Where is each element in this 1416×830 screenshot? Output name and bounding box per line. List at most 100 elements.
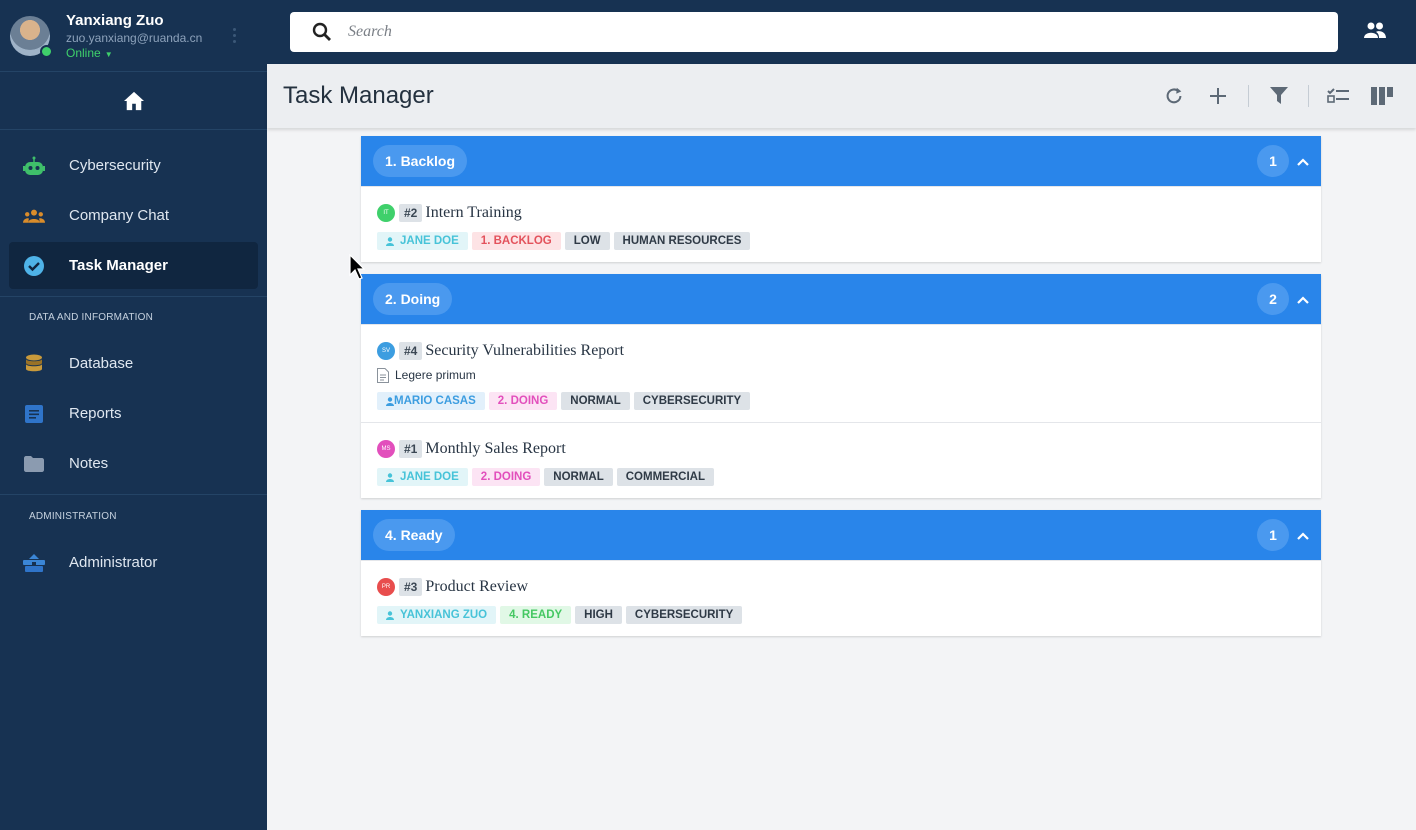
task-avatar: PR [377,578,395,596]
home-button[interactable] [0,72,267,130]
tag-assignee[interactable]: JANE DOE [377,468,468,486]
person-icon [386,472,394,482]
task-card[interactable]: PR #3 Product Review YANXIANG ZUO 4. READY HI… [361,560,1321,636]
refresh-button[interactable] [1162,84,1186,108]
task-id: #1 [399,440,423,458]
tag-status[interactable]: 4. READY [500,606,572,624]
search-input[interactable] [348,23,1248,41]
tag-assignee[interactable]: JANE DOE [377,232,468,250]
group-count-badge: 1 [1257,145,1289,177]
task-avatar: IT [377,204,395,222]
task-id: #2 [399,204,423,222]
task-card[interactable]: SV #4 Security Vulnerabilities Report Leger… [361,324,1321,422]
chevron-up-icon [1297,532,1309,540]
tag-label[interactable]: NORMAL [544,468,613,486]
tag-status[interactable]: 2. DOING [488,392,558,410]
sidebar-item-label: Administrator [69,554,158,571]
collapse-button[interactable] [1297,153,1309,171]
sidebar-item-label: Notes [69,455,109,472]
collapse-button[interactable] [1297,291,1309,309]
task-card[interactable]: IT #2 Intern Training JANE DOE 1. BACKLOG LOW… [361,186,1321,262]
sidebar-item-database[interactable]: Database [9,340,258,387]
tag-label[interactable]: CYBERSECURITY [633,392,751,410]
sidebar-item-cybersecurity[interactable]: Cybersecurity [9,142,258,189]
section-administration: ADMINISTRATION [29,511,117,522]
list-view-button[interactable] [1326,84,1350,108]
group-icon [23,205,45,227]
sidebar-item-administrator[interactable]: Administrator [9,539,258,586]
task-title[interactable]: Security Vulnerabilities Report [425,342,624,360]
folder-icon [23,453,45,475]
filter-button[interactable] [1267,84,1291,108]
more-options-icon[interactable] [233,28,237,43]
group-header[interactable]: 4. Ready 1 [361,510,1321,560]
tag-text: 1. BACKLOG [480,235,552,247]
admin-icon [23,552,45,574]
caret-down-icon: ▼ [104,49,113,59]
report-icon [23,403,45,425]
chevron-up-icon [1297,158,1309,166]
toolbar [1162,84,1394,108]
tag-assignee[interactable]: MARIO CASAS [377,392,485,410]
task-tags: YANXIANG ZUO 4. READY HIGH CYBERSECURITY [377,606,1305,624]
task-tags: JANE DOE 1. BACKLOG LOW HUMAN RESOURCES [377,232,1305,250]
task-avatar: MS [377,440,395,458]
online-indicator [40,44,53,58]
add-task-button[interactable] [1206,84,1230,108]
group-header[interactable]: 1. Backlog 1 [361,136,1321,186]
group-header[interactable]: 2. Doing 2 [361,274,1321,324]
collapse-button[interactable] [1297,527,1309,545]
group-title: 1. Backlog [373,145,468,177]
tag-text: LOW [573,235,601,247]
tag-label[interactable]: HIGH [575,606,622,624]
task-title[interactable]: Product Review [425,578,528,596]
tag-status[interactable]: 1. BACKLOG [471,232,561,250]
divider [1308,85,1309,107]
board-view-button[interactable] [1370,84,1394,108]
task-id: #3 [399,578,423,596]
sidebar-item-reports[interactable]: Reports [9,390,258,437]
group-count-badge: 1 [1257,519,1289,551]
search-bar[interactable] [290,12,1338,52]
tag-label[interactable]: NORMAL [561,392,630,410]
tag-text: 2. DOING [497,395,549,407]
divider [1248,85,1249,107]
tag-label[interactable]: CYBERSECURITY [625,606,743,624]
user-email: zuo.yanxiang@ruanda.cn [66,30,203,45]
tag-assignee[interactable]: YANXIANG ZUO [377,606,497,624]
mouse-cursor-icon [349,254,365,280]
task-tags: MARIO CASAS 2. DOING NORMAL CYBERSECURITY [377,392,1305,410]
user-profile[interactable]: Yanxiang Zuo zuo.yanxiang@ruanda.cn Onli… [0,0,267,72]
group-title: 4. Ready [373,519,455,551]
tag-label[interactable]: HUMAN RESOURCES [613,232,751,250]
tag-label[interactable]: COMMERCIAL [616,468,714,486]
sidebar-item-label: Task Manager [69,257,168,274]
user-name: Yanxiang Zuo [66,11,164,29]
sidebar-item-company-chat[interactable]: Company Chat [9,192,258,239]
status-dropdown[interactable]: Online ▼ [66,47,202,59]
search-icon [312,22,331,41]
tag-status[interactable]: 2. DOING [471,468,541,486]
sidebar-item-task-manager[interactable]: Task Manager [9,242,258,289]
sidebar: Yanxiang Zuo zuo.yanxiang@ruanda.cn Onli… [0,0,267,830]
people-button[interactable] [1364,22,1386,43]
tag-text: 4. READY [509,609,563,621]
avatar[interactable] [10,15,53,58]
task-group: 1. Backlog 1 IT #2 Intern Training JANE DOE 1.… [361,136,1321,262]
plus-icon [1210,88,1226,104]
tag-label[interactable]: LOW [564,232,610,250]
task-description: Legere primum [377,367,1305,383]
tag-text: NORMAL [553,471,604,483]
task-title[interactable]: Monthly Sales Report [425,440,565,458]
task-group: 4. Ready 1 PR #3 Product Review YANXIANG ZUO 4… [361,510,1321,636]
group-title: 2. Doing [373,283,453,315]
refresh-icon [1166,87,1182,104]
task-card[interactable]: MS #1 Monthly Sales Report JANE DOE 2. DOING… [361,422,1321,498]
tag-text: YANXIANG ZUO [400,609,488,621]
sidebar-item-notes[interactable]: Notes [9,440,258,487]
task-title[interactable]: Intern Training [425,204,521,222]
task-description-text: Legere primum [395,368,476,382]
tag-text: HIGH [584,609,613,621]
section-data-and-information: DATA AND INFORMATION [29,312,154,323]
tag-text: MARIO CASAS [394,395,476,407]
